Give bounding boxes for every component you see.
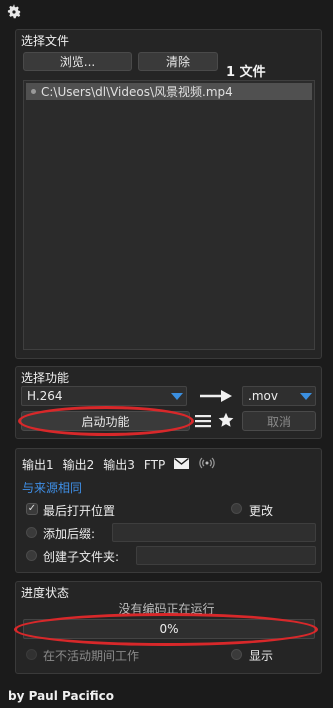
- change-radio[interactable]: [231, 503, 242, 514]
- subfolder-input[interactable]: [136, 546, 316, 565]
- hamburger-icon[interactable]: [195, 414, 211, 428]
- format-select[interactable]: .mov: [242, 386, 316, 406]
- change-label: 更改: [249, 504, 274, 518]
- encoding-status: 没有编码正在运行: [118, 602, 215, 616]
- suffix-input[interactable]: [112, 523, 316, 542]
- file-select-title: 选择文件: [21, 34, 70, 48]
- footer-credit: by Paul Pacifico: [0, 684, 333, 708]
- same-as-source-link[interactable]: 与来源相同: [22, 479, 82, 496]
- progress-bar: 0%: [23, 619, 315, 639]
- show-label: 显示: [249, 649, 274, 663]
- clear-button[interactable]: 清除: [138, 52, 218, 71]
- chevron-down-icon: [171, 393, 183, 400]
- broadcast-icon[interactable]: [199, 457, 215, 472]
- file-path: C:\Users\dl\Videos\风景视频.mp4: [41, 85, 233, 99]
- codec-value: H.264: [27, 389, 63, 403]
- output-tabs: 输出1 输出2 输出3 FTP: [22, 456, 215, 473]
- gear-icon[interactable]: [6, 4, 22, 20]
- file-count: 1 文件: [226, 65, 266, 80]
- tab-output1[interactable]: 输出1: [22, 456, 54, 473]
- arrow-right-icon: [199, 387, 233, 405]
- codec-select[interactable]: H.264: [21, 386, 187, 406]
- tab-output3[interactable]: 输出3: [103, 456, 135, 473]
- star-icon[interactable]: [218, 412, 234, 428]
- format-value: .mov: [248, 389, 278, 403]
- credit-text: by Paul Pacifico: [8, 689, 115, 703]
- open-location-checkbox[interactable]: ✓: [26, 503, 38, 515]
- tab-ftp[interactable]: FTP: [144, 458, 165, 472]
- subfolder-label: 创建子文件夹:: [43, 550, 120, 564]
- subfolder-radio[interactable]: [26, 550, 37, 561]
- browse-button[interactable]: 浏览...: [23, 52, 132, 71]
- open-location-label: 最后打开位置: [43, 504, 116, 518]
- start-function-button[interactable]: 启动功能: [21, 411, 190, 431]
- function-title: 选择功能: [21, 371, 70, 385]
- suffix-label: 添加后缀:: [43, 527, 96, 541]
- list-item[interactable]: C:\Users\dl\Videos\风景视频.mp4: [26, 83, 312, 100]
- suffix-radio[interactable]: [26, 527, 37, 538]
- bullet-icon: [31, 89, 36, 94]
- cancel-button[interactable]: 取消: [242, 411, 316, 431]
- chevron-down-icon: [300, 393, 312, 400]
- mail-icon[interactable]: [174, 457, 190, 472]
- inactive-work-label: 在不活动期间工作: [43, 649, 140, 663]
- show-radio[interactable]: [231, 649, 242, 660]
- inactive-work-radio[interactable]: [26, 649, 37, 660]
- tab-output2[interactable]: 输出2: [63, 456, 95, 473]
- file-list[interactable]: C:\Users\dl\Videos\风景视频.mp4: [23, 80, 315, 350]
- progress-title: 进度状态: [21, 586, 70, 600]
- progress-percent: 0%: [159, 622, 179, 636]
